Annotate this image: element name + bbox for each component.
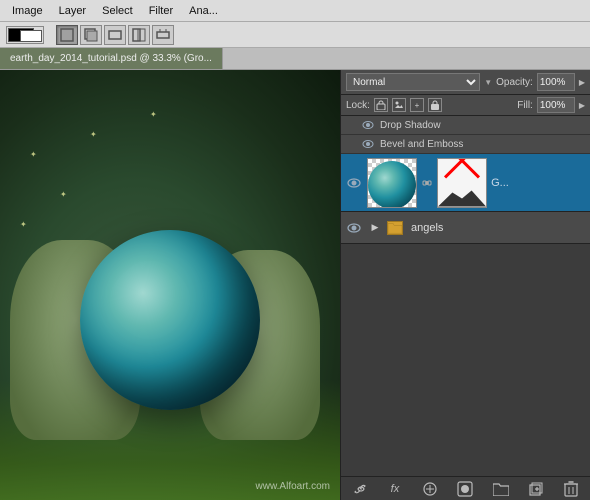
angels-layer-name: angels — [411, 222, 443, 234]
layer-extra-icon: G... — [491, 177, 509, 189]
sparkle-2: ✦ — [60, 190, 67, 199]
effect-bevel-emboss[interactable]: Bevel and Emboss — [341, 135, 590, 154]
folder-expand-arrow[interactable]: ▶ — [367, 220, 383, 236]
layers-panel: Normal ▼ Opacity: 100% ▶ Lock: + — [340, 70, 590, 500]
panel-trash-icon[interactable] — [561, 479, 581, 499]
lock-label: Lock: — [346, 100, 370, 111]
tool-btn-2[interactable] — [80, 25, 102, 45]
fill-label: Fill: — [517, 100, 533, 111]
menu-select[interactable]: Select — [94, 3, 141, 19]
panel-mask-icon[interactable] — [455, 479, 475, 499]
sparkle-1: ✦ — [30, 150, 37, 159]
menu-image[interactable]: Image — [4, 3, 51, 19]
panel-toolbar: fx — [341, 476, 590, 500]
layer-visibility-angels[interactable] — [345, 219, 363, 237]
opacity-arrow[interactable]: ▶ — [579, 78, 585, 87]
canvas-area[interactable]: ✦ ✦ ✦ ✦ ✦ www.Alfoart.com — [0, 70, 340, 500]
layer-visibility-globe[interactable] — [345, 174, 363, 192]
blend-mode-select[interactable]: Normal — [346, 73, 480, 91]
panel-link-icon[interactable] — [350, 479, 370, 499]
options-bar — [0, 22, 590, 48]
layers-spacer — [341, 244, 590, 476]
lock-all-icon[interactable] — [428, 98, 442, 112]
fill-value[interactable]: 100% — [537, 97, 575, 113]
blend-arrow: ▼ — [484, 78, 492, 87]
globe-thumbnail — [368, 161, 416, 208]
tool-btn-4[interactable] — [128, 25, 150, 45]
tab-bar: earth_day_2014_tutorial.psd @ 33.3% (Gro… — [0, 48, 590, 70]
main-area: ✦ ✦ ✦ ✦ ✦ www.Alfoart.com Normal ▼ Opaci… — [0, 70, 590, 500]
layer-thumb-globe — [367, 158, 417, 208]
tool-btn-3[interactable] — [104, 25, 126, 45]
tool-btn-5[interactable] — [152, 25, 174, 45]
effect-drop-shadow[interactable]: Drop Shadow — [341, 116, 590, 135]
lock-row: Lock: + Fill: 100% — [341, 95, 590, 116]
panel-folder-icon[interactable] — [491, 479, 511, 499]
menu-analysis[interactable]: Ana... — [181, 3, 226, 19]
opacity-value[interactable]: 100% — [537, 73, 575, 91]
panel-new-layer-icon[interactable] — [526, 479, 546, 499]
g-label: G... — [491, 177, 509, 189]
effect-name-drop-shadow: Drop Shadow — [380, 120, 441, 131]
panel-fx-icon[interactable]: fx — [385, 479, 405, 499]
sparkle-4: ✦ — [20, 220, 27, 229]
tool-btn-1[interactable] — [56, 25, 78, 45]
lock-image-icon[interactable] — [392, 98, 406, 112]
document-tab[interactable]: earth_day_2014_tutorial.psd @ 33.3% (Gro… — [0, 48, 223, 69]
effect-name-bevel: Bevel and Emboss — [380, 139, 463, 150]
blend-row: Normal ▼ Opacity: 100% ▶ — [341, 70, 590, 95]
globe-sphere — [80, 230, 260, 410]
layer-row-angels[interactable]: ▶ angels — [341, 212, 590, 244]
lock-transparent-icon[interactable] — [374, 98, 388, 112]
layer-row-globe[interactable]: G... — [341, 154, 590, 212]
fill-arrow[interactable]: ▶ — [579, 101, 585, 110]
menu-bar: Image Layer Select Filter Ana... — [0, 0, 590, 22]
color-swatches[interactable] — [6, 26, 44, 44]
opacity-label: Opacity: — [496, 77, 533, 88]
watermark: www.Alfoart.com — [256, 481, 330, 492]
mountain-shape — [438, 187, 486, 207]
menu-filter[interactable]: Filter — [141, 3, 181, 19]
sparkle-5: ✦ — [150, 110, 157, 119]
menu-layer[interactable]: Layer — [51, 3, 95, 19]
tool-group — [56, 25, 174, 45]
angels-folder-icon — [387, 221, 403, 235]
lock-position-icon[interactable]: + — [410, 98, 424, 112]
layer-link-icon[interactable] — [421, 178, 433, 188]
panel-adjustment-icon[interactable] — [420, 479, 440, 499]
effect-eye-bevel[interactable] — [361, 137, 375, 151]
effect-eye-drop-shadow[interactable] — [361, 118, 375, 132]
sparkle-3: ✦ — [90, 130, 97, 139]
layer-thumb-mask — [437, 158, 487, 208]
background-swatch[interactable] — [20, 30, 42, 42]
